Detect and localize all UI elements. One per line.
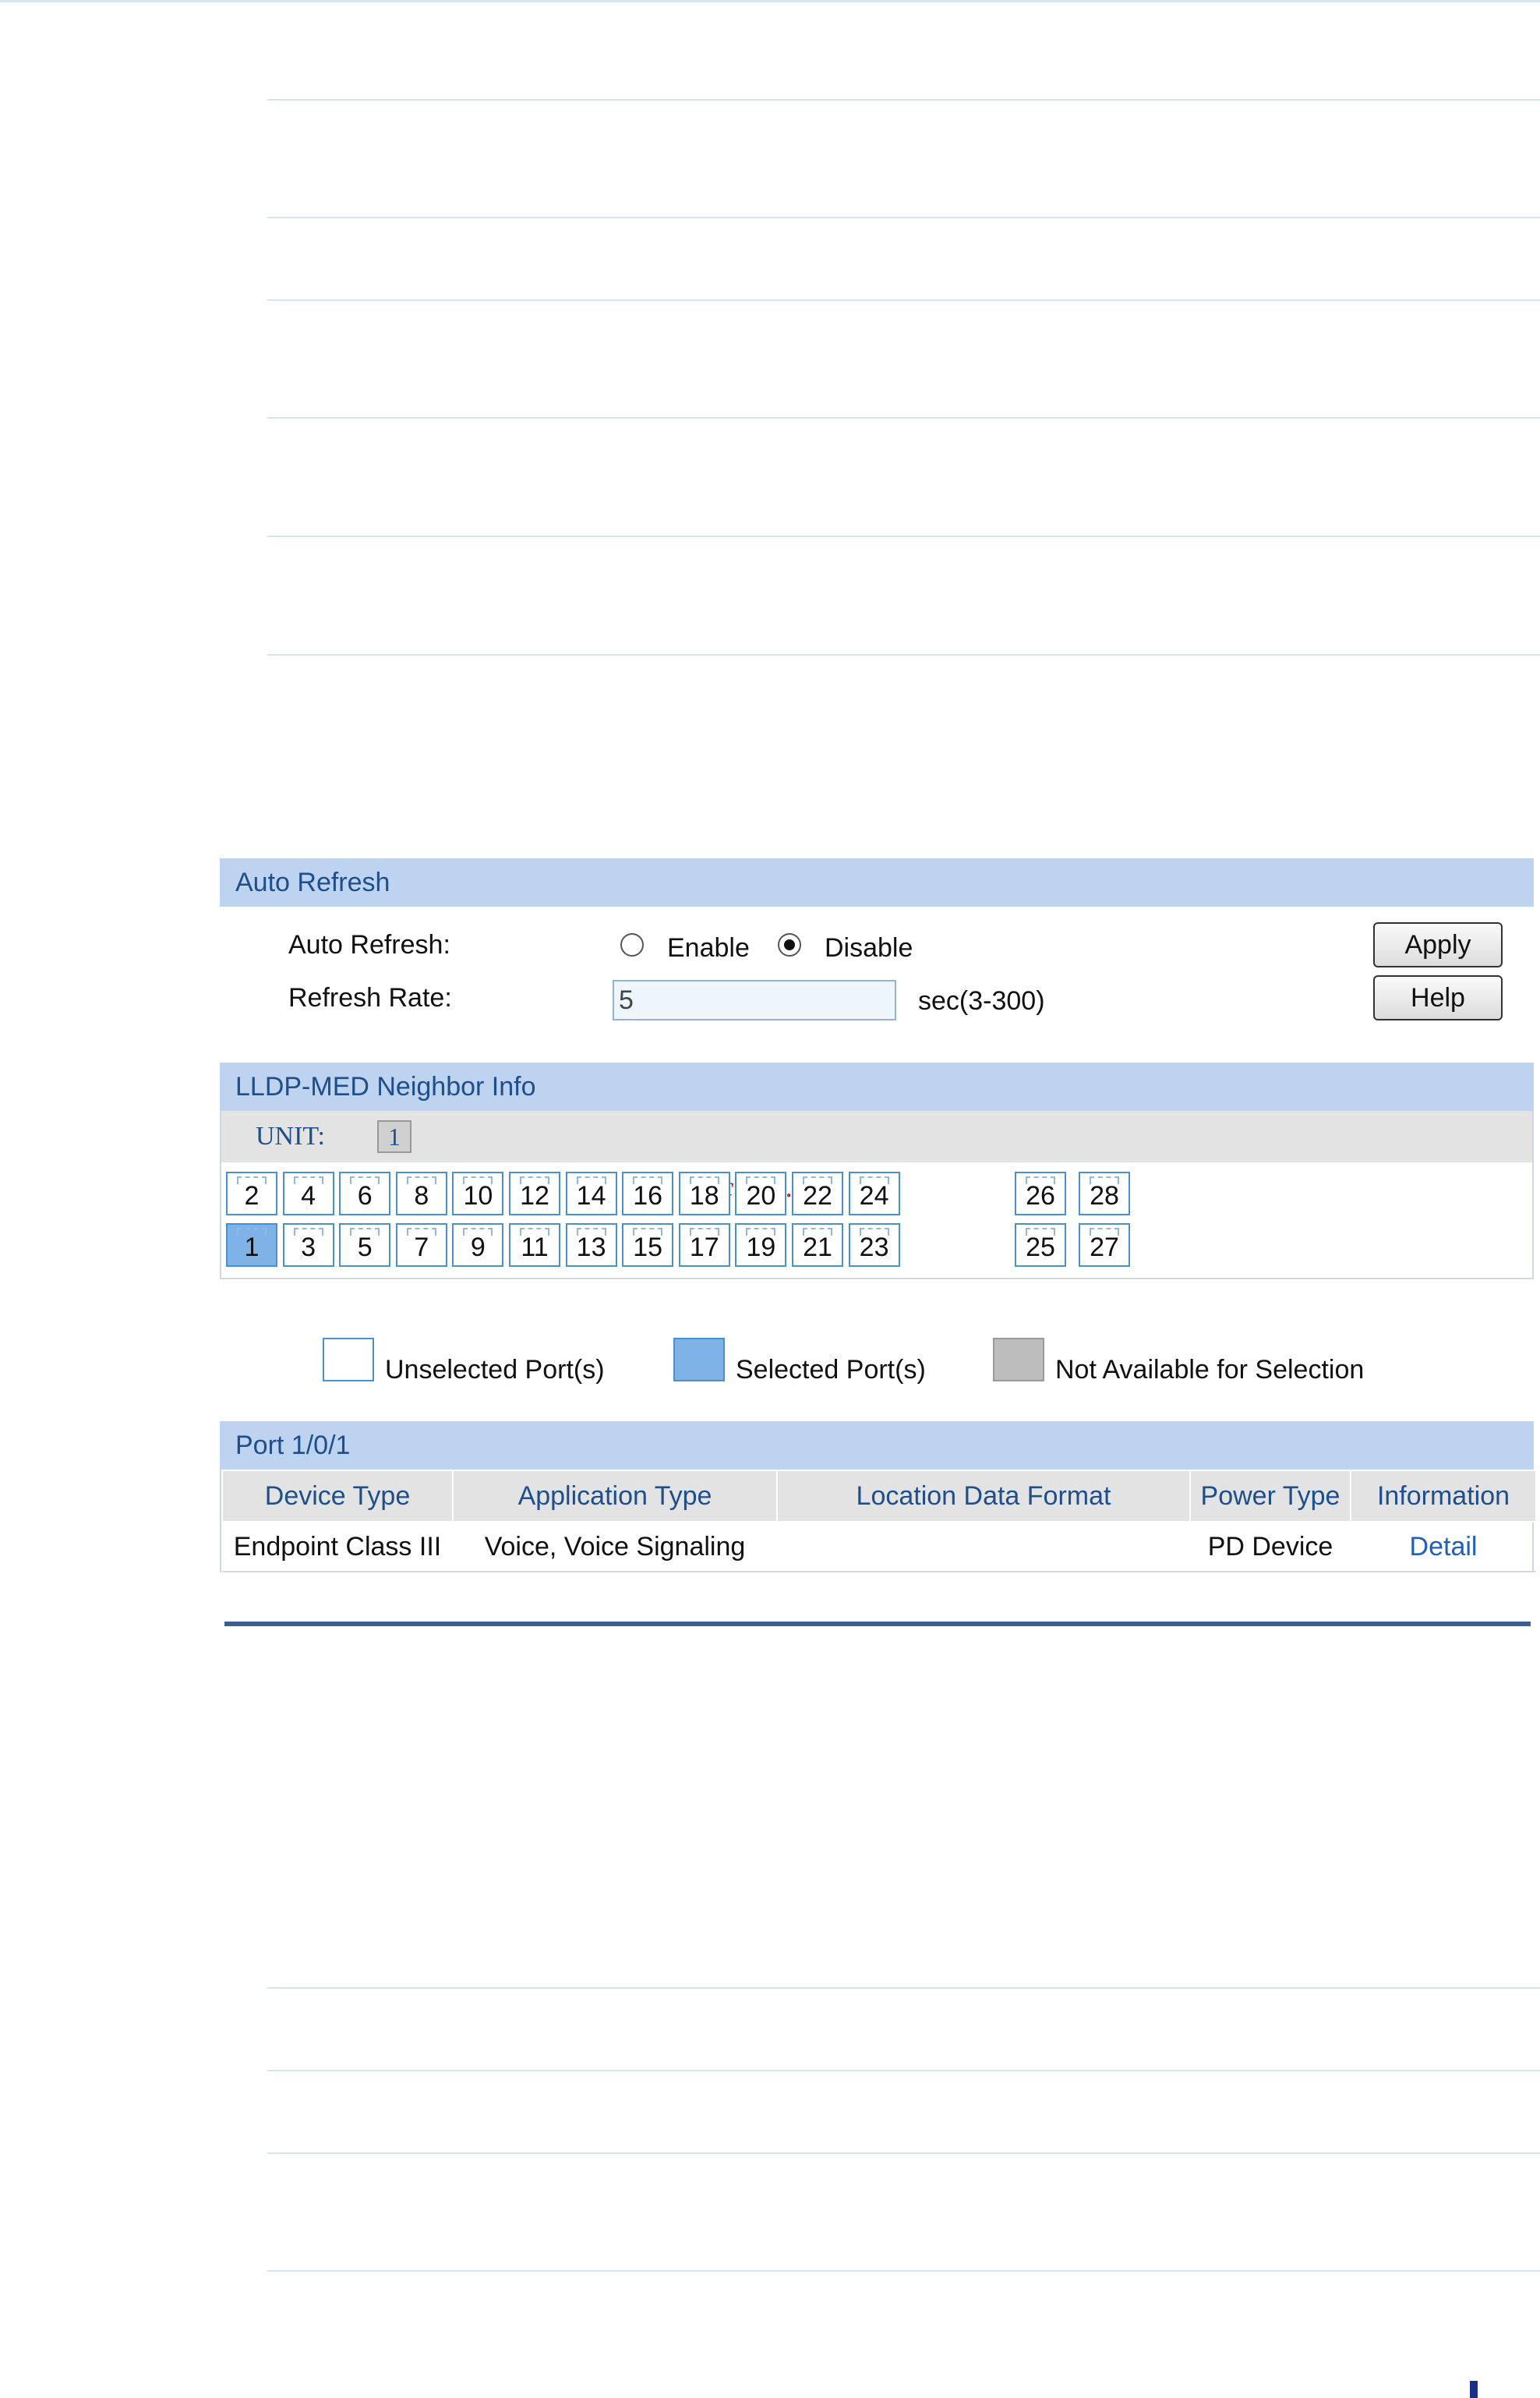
divider-line [267, 99, 1540, 101]
divider-line [267, 299, 1540, 301]
port-7[interactable]: 7 [395, 1223, 447, 1267]
port-legend: Unselected Port(s) Selected Port(s) Not … [0, 1338, 1540, 1392]
divider-line [267, 417, 1540, 419]
auto-refresh-panel: Auto Refresh Auto Refresh: Enable Disabl… [220, 858, 1534, 1031]
divider-line [267, 2270, 1540, 2272]
port-14[interactable]: 14 [565, 1172, 617, 1215]
auto-refresh-label: Auto Refresh: [288, 930, 450, 960]
port-18[interactable]: 18 [678, 1172, 730, 1215]
enable-radio[interactable] [620, 933, 644, 957]
divider-line [267, 1987, 1540, 1989]
port-23[interactable]: 23 [848, 1223, 900, 1267]
apply-button[interactable]: Apply [1373, 922, 1503, 967]
port-4[interactable]: 4 [282, 1172, 334, 1215]
col-device-type: Device Type [221, 1470, 454, 1523]
unit-row: UNIT: 1 [220, 1111, 1534, 1162]
enable-label[interactable]: Enable [667, 933, 750, 964]
port-19[interactable]: 19 [735, 1223, 787, 1267]
col-power-type: Power Type [1189, 1470, 1351, 1523]
cell-location-data-format [777, 1522, 1190, 1572]
port-28[interactable]: 28 [1079, 1172, 1130, 1215]
refresh-rate-label: Refresh Rate: [288, 983, 452, 1013]
detail-link[interactable]: Detail [1351, 1522, 1536, 1572]
unit-label: UNIT: [256, 1122, 325, 1151]
lldp-med-header: LLDP-MED Neighbor Info [220, 1063, 1534, 1111]
divider-line [267, 654, 1540, 656]
disable-radio[interactable] [778, 933, 801, 957]
top-border [0, 0, 1540, 2]
refresh-rate-unit: sec(3-300) [918, 986, 1045, 1016]
divider-line [267, 2152, 1540, 2154]
divider-line [267, 536, 1540, 537]
divider-line [267, 217, 1540, 218]
port-6[interactable]: 6 [339, 1172, 391, 1215]
lldp-med-panel: LLDP-MED Neighbor Info UNIT: 1 Mcc0p.Ru … [220, 1063, 1534, 1279]
port-5[interactable]: 5 [339, 1223, 391, 1267]
port-1[interactable]: 1 [226, 1223, 277, 1267]
port-13[interactable]: 13 [565, 1223, 617, 1267]
auto-refresh-header: Auto Refresh [220, 858, 1534, 907]
port-24[interactable]: 24 [848, 1172, 900, 1215]
port-17[interactable]: 17 [678, 1223, 730, 1267]
cell-device-type: Endpoint Class III [222, 1522, 453, 1572]
port-10[interactable]: 10 [452, 1172, 504, 1215]
port-info-table-wrap: Device Type Application Type Location Da… [220, 1470, 1537, 1572]
port-11[interactable]: 11 [509, 1223, 560, 1267]
port-15[interactable]: 15 [622, 1223, 674, 1267]
unavailable-port-icon [993, 1338, 1044, 1381]
disable-label[interactable]: Disable [825, 933, 913, 964]
port-12[interactable]: 12 [509, 1172, 560, 1215]
legend-selected: Selected Port(s) [736, 1355, 926, 1385]
port-21[interactable]: 21 [792, 1223, 843, 1267]
port-selector: Mcc0p.Ru 2468101214161820222413579111315… [220, 1162, 1534, 1279]
port-info-panel: Port 1/0/1 Device Type Application Type … [220, 1421, 1537, 1572]
col-information: Information [1350, 1470, 1537, 1523]
selected-port-icon [673, 1338, 725, 1381]
port-25[interactable]: 25 [1015, 1223, 1066, 1267]
table-row: Endpoint Class III Voice, Voice Signalin… [222, 1522, 1536, 1572]
cell-power-type: PD Device [1190, 1522, 1351, 1572]
section-rule [224, 1622, 1531, 1626]
port-27[interactable]: 27 [1079, 1223, 1130, 1267]
col-application-type: Application Type [452, 1470, 778, 1523]
port-26[interactable]: 26 [1015, 1172, 1066, 1215]
col-location-data-format: Location Data Format [776, 1470, 1191, 1523]
port-9[interactable]: 9 [452, 1223, 504, 1267]
unselected-port-icon [323, 1338, 374, 1381]
legend-unselected: Unselected Port(s) [385, 1355, 605, 1385]
legend-not-available: Not Available for Selection [1055, 1355, 1365, 1385]
cell-application-type: Voice, Voice Signaling [453, 1522, 777, 1572]
port-20[interactable]: 20 [735, 1172, 787, 1215]
auto-refresh-body: Auto Refresh: Enable Disable Apply Refre… [220, 907, 1534, 1031]
refresh-rate-input[interactable] [613, 980, 896, 1020]
port-2[interactable]: 2 [226, 1172, 277, 1215]
unit-button[interactable]: 1 [377, 1120, 411, 1153]
port-3[interactable]: 3 [282, 1223, 334, 1267]
port-8[interactable]: 8 [395, 1172, 447, 1215]
page-corner-mark [1470, 2381, 1478, 2398]
port-22[interactable]: 22 [792, 1172, 843, 1215]
help-button[interactable]: Help [1373, 975, 1503, 1020]
port-16[interactable]: 16 [622, 1172, 674, 1215]
port-info-table: Device Type Application Type Location Da… [221, 1470, 1537, 1572]
table-header-row: Device Type Application Type Location Da… [221, 1470, 1537, 1523]
port-info-header: Port 1/0/1 [220, 1421, 1534, 1470]
divider-line [267, 2070, 1540, 2071]
